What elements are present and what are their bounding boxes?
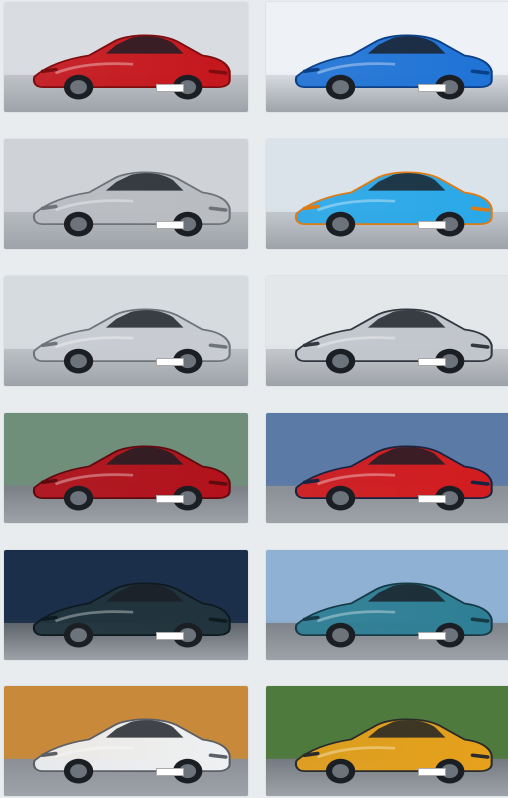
car-card-1[interactable] bbox=[4, 2, 248, 112]
license-plate bbox=[156, 495, 184, 503]
car-card-6[interactable] bbox=[266, 276, 508, 386]
license-plate bbox=[418, 632, 446, 640]
license-plate bbox=[418, 221, 446, 229]
car-image bbox=[24, 433, 234, 512]
car-image bbox=[24, 159, 234, 238]
license-plate bbox=[156, 358, 184, 366]
car-image bbox=[286, 159, 496, 238]
car-image bbox=[286, 296, 496, 375]
license-plate bbox=[418, 768, 446, 776]
license-plate bbox=[418, 358, 446, 366]
license-plate bbox=[156, 221, 184, 229]
license-plate bbox=[156, 84, 184, 92]
license-plate bbox=[156, 768, 184, 776]
car-image bbox=[24, 706, 234, 785]
car-card-10[interactable] bbox=[266, 550, 508, 660]
car-card-5[interactable] bbox=[4, 276, 248, 386]
car-card-11[interactable] bbox=[4, 686, 248, 796]
car-image bbox=[286, 433, 496, 512]
car-card-2[interactable] bbox=[266, 2, 508, 112]
car-image bbox=[24, 296, 234, 375]
license-plate bbox=[418, 84, 446, 92]
car-card-8[interactable] bbox=[266, 413, 508, 523]
car-card-7[interactable] bbox=[4, 413, 248, 523]
car-image-grid bbox=[0, 0, 508, 798]
car-image bbox=[286, 570, 496, 649]
car-card-3[interactable] bbox=[4, 139, 248, 249]
car-card-12[interactable] bbox=[266, 686, 508, 796]
license-plate bbox=[418, 495, 446, 503]
car-card-4[interactable] bbox=[266, 139, 508, 249]
car-image bbox=[286, 22, 496, 101]
car-image bbox=[24, 570, 234, 649]
license-plate bbox=[156, 632, 184, 640]
car-card-9[interactable] bbox=[4, 550, 248, 660]
car-image bbox=[286, 706, 496, 785]
car-image bbox=[24, 22, 234, 101]
